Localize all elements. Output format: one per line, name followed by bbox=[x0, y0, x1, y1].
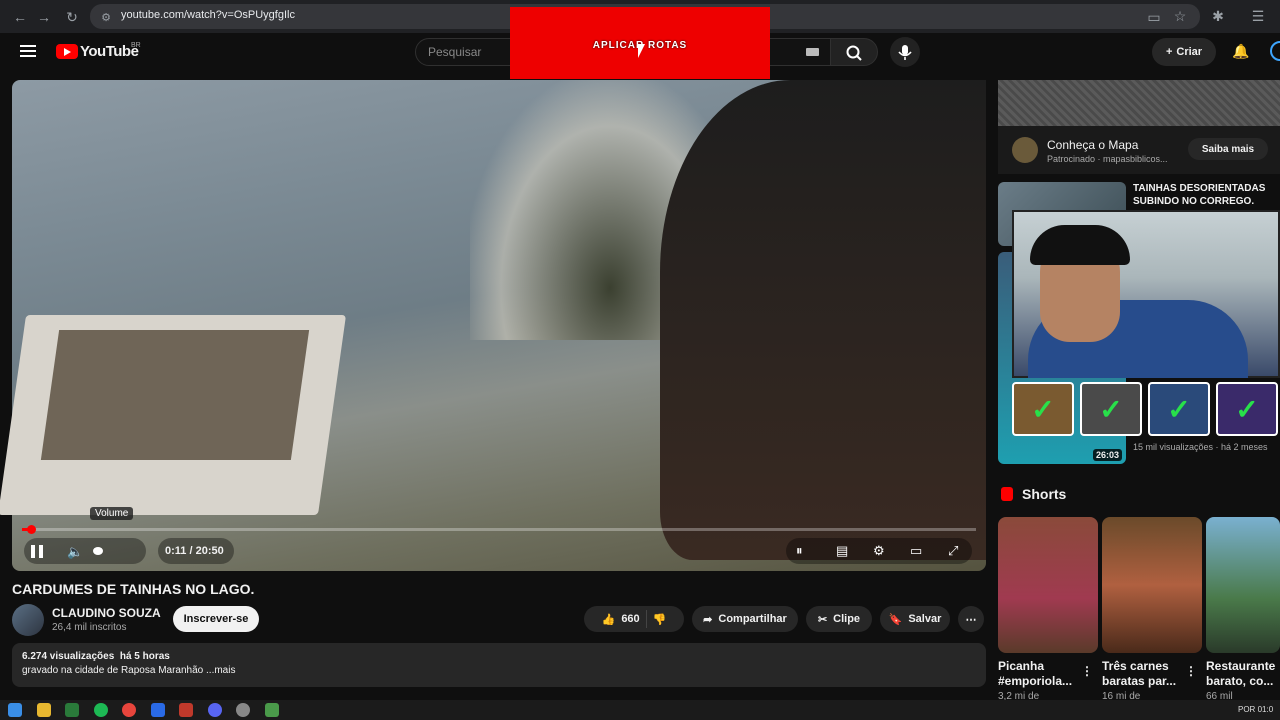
youtube-logo-text[interactable]: YouTube bbox=[80, 43, 139, 60]
search-icon bbox=[846, 45, 862, 61]
short-title[interactable]: Restaurante barato, co... bbox=[1206, 659, 1280, 689]
site-info-icon[interactable]: ⚙ bbox=[98, 9, 114, 25]
language-indicator: POR bbox=[1238, 705, 1256, 714]
search-button[interactable] bbox=[830, 38, 878, 66]
subscribe-button[interactable]: Inscrever-se bbox=[173, 606, 259, 632]
autoplay-toggle-icon[interactable]: ⏸ bbox=[796, 543, 803, 559]
check-badge-icon: ✓ bbox=[1012, 382, 1074, 436]
video-title: CARDUMES DE TAINHAS NO LAGO. bbox=[12, 581, 255, 597]
chrome-icon[interactable] bbox=[122, 703, 136, 717]
save-label: Salvar bbox=[908, 613, 942, 625]
plus-icon: + bbox=[1165, 46, 1173, 58]
channel-name[interactable]: CLAUDINO SOUZA bbox=[52, 606, 161, 620]
back-icon[interactable]: ← bbox=[12, 9, 28, 25]
hamburger-menu-icon[interactable] bbox=[20, 45, 36, 57]
scissors-icon: ✂ bbox=[817, 613, 828, 626]
search-placeholder: Pesquisar bbox=[428, 45, 482, 59]
learn-more-button[interactable]: Saiba mais bbox=[1188, 138, 1268, 160]
description-text: gravado na cidade de Raposa Maranhão ...… bbox=[22, 665, 236, 676]
ad-thumbnail[interactable] bbox=[998, 80, 1280, 126]
mouse-cursor-icon bbox=[638, 44, 645, 58]
channel-avatar[interactable] bbox=[12, 604, 44, 636]
taskbar-app-icon[interactable] bbox=[65, 703, 79, 717]
keyboard-icon[interactable] bbox=[806, 48, 819, 56]
share-button[interactable]: ➦ Compartilhar bbox=[692, 606, 798, 632]
taskbar-app-icon[interactable] bbox=[151, 703, 165, 717]
check-badge-icon: ✓ bbox=[1216, 382, 1278, 436]
settings-gear-icon[interactable]: ⚙ bbox=[873, 543, 885, 559]
volume-slider[interactable] bbox=[93, 547, 103, 555]
volume-tooltip: Volume bbox=[90, 507, 134, 520]
notifications-bell-icon[interactable]: 🔔 bbox=[1232, 43, 1249, 60]
volume-icon[interactable]: 🔈 bbox=[67, 544, 83, 560]
check-badge-icon: ✓ bbox=[1148, 382, 1210, 436]
recommendation-title[interactable]: TAINHAS DESORIENTADAS SUBINDO NO CORREGO… bbox=[1133, 182, 1273, 208]
discord-icon[interactable] bbox=[208, 703, 222, 717]
progress-scrubber[interactable] bbox=[27, 525, 36, 534]
pause-icon[interactable] bbox=[31, 545, 43, 558]
short-title[interactable]: Três carnes baratas par... bbox=[1102, 659, 1190, 689]
bookmark-star-icon[interactable]: ☆ bbox=[1172, 8, 1188, 24]
views-and-date: 6.274 visualizações há 5 horas bbox=[22, 651, 170, 662]
webcam-person-cap bbox=[1030, 225, 1130, 265]
youtube-logo-icon[interactable] bbox=[56, 44, 78, 59]
like-dislike-group[interactable]: 👍 660 👎 bbox=[584, 606, 684, 632]
shorts-heading: Shorts bbox=[1022, 486, 1067, 502]
short-more-icon[interactable]: ⋮ bbox=[1185, 664, 1197, 678]
voice-search-button[interactable] bbox=[890, 37, 920, 67]
create-button[interactable]: + Criar bbox=[1152, 38, 1216, 66]
create-label: Criar bbox=[1176, 46, 1203, 58]
share-label: Compartilhar bbox=[718, 613, 787, 625]
fullscreen-icon[interactable]: ⤢ bbox=[948, 543, 958, 559]
short-thumbnail[interactable] bbox=[998, 517, 1098, 653]
file-explorer-icon[interactable] bbox=[37, 703, 51, 717]
more-actions-icon[interactable]: ⋯ bbox=[958, 606, 984, 632]
ad-logo bbox=[1012, 137, 1038, 163]
theater-mode-icon[interactable]: ▭ bbox=[910, 543, 922, 559]
country-code: BR bbox=[131, 42, 141, 49]
microphone-icon bbox=[898, 45, 912, 60]
forward-icon[interactable]: → bbox=[36, 9, 52, 25]
video-scene-person bbox=[660, 80, 986, 560]
reload-icon[interactable]: ↻ bbox=[64, 9, 80, 25]
clip-button[interactable]: ✂ Clipe bbox=[806, 606, 872, 632]
recommendation-meta: 15 mil visualizações · há 2 meses bbox=[1133, 442, 1268, 452]
time-text: 0:11 / 20:50 bbox=[165, 545, 224, 557]
progress-bar[interactable] bbox=[22, 528, 976, 531]
url-text: youtube.com/watch?v=OsPUygfgIlc bbox=[121, 9, 295, 21]
taskbar-app-icon[interactable] bbox=[179, 703, 193, 717]
system-tray: POR 01:0 bbox=[1238, 705, 1273, 714]
taskbar-app-icon[interactable] bbox=[236, 703, 250, 717]
thumbs-down-icon[interactable]: 👎 bbox=[653, 613, 667, 626]
share-icon: ➦ bbox=[703, 613, 713, 626]
video-duration: 26:03 bbox=[1093, 449, 1123, 461]
like-count: 660 bbox=[621, 613, 640, 625]
menu-icon[interactable]: ☰ bbox=[1250, 8, 1266, 24]
short-thumbnail[interactable] bbox=[1206, 517, 1280, 653]
extensions-icon[interactable]: ✱ bbox=[1210, 8, 1226, 24]
subscriber-count: 26,4 mil inscritos bbox=[52, 622, 127, 633]
ad-title[interactable]: Conheça o Mapa bbox=[1047, 138, 1138, 152]
save-button[interactable]: 🔖 Salvar bbox=[880, 606, 950, 632]
divider bbox=[645, 610, 647, 628]
check-badge-icon: ✓ bbox=[1080, 382, 1142, 436]
bookmark-icon: 🔖 bbox=[888, 613, 903, 626]
subtitles-icon[interactable]: ▤ bbox=[836, 543, 848, 559]
taskbar-app-icon[interactable] bbox=[265, 703, 279, 717]
clip-label: Clipe bbox=[833, 613, 861, 625]
short-thumbnail[interactable] bbox=[1102, 517, 1202, 653]
spotify-icon[interactable] bbox=[94, 703, 108, 717]
cast-icon[interactable]: ▭ bbox=[1146, 9, 1162, 25]
short-title[interactable]: Picanha #emporiola... bbox=[998, 659, 1086, 689]
start-icon[interactable] bbox=[8, 703, 22, 717]
ad-sponsor: Patrocinado · mapasbiblicos... bbox=[1047, 154, 1168, 164]
shorts-icon bbox=[1001, 487, 1013, 501]
thumbs-up-icon[interactable]: 👍 bbox=[602, 613, 616, 626]
video-scene-box-inside bbox=[40, 330, 310, 460]
short-more-icon[interactable]: ⋮ bbox=[1081, 664, 1093, 678]
clock: 01:0 bbox=[1257, 705, 1274, 714]
